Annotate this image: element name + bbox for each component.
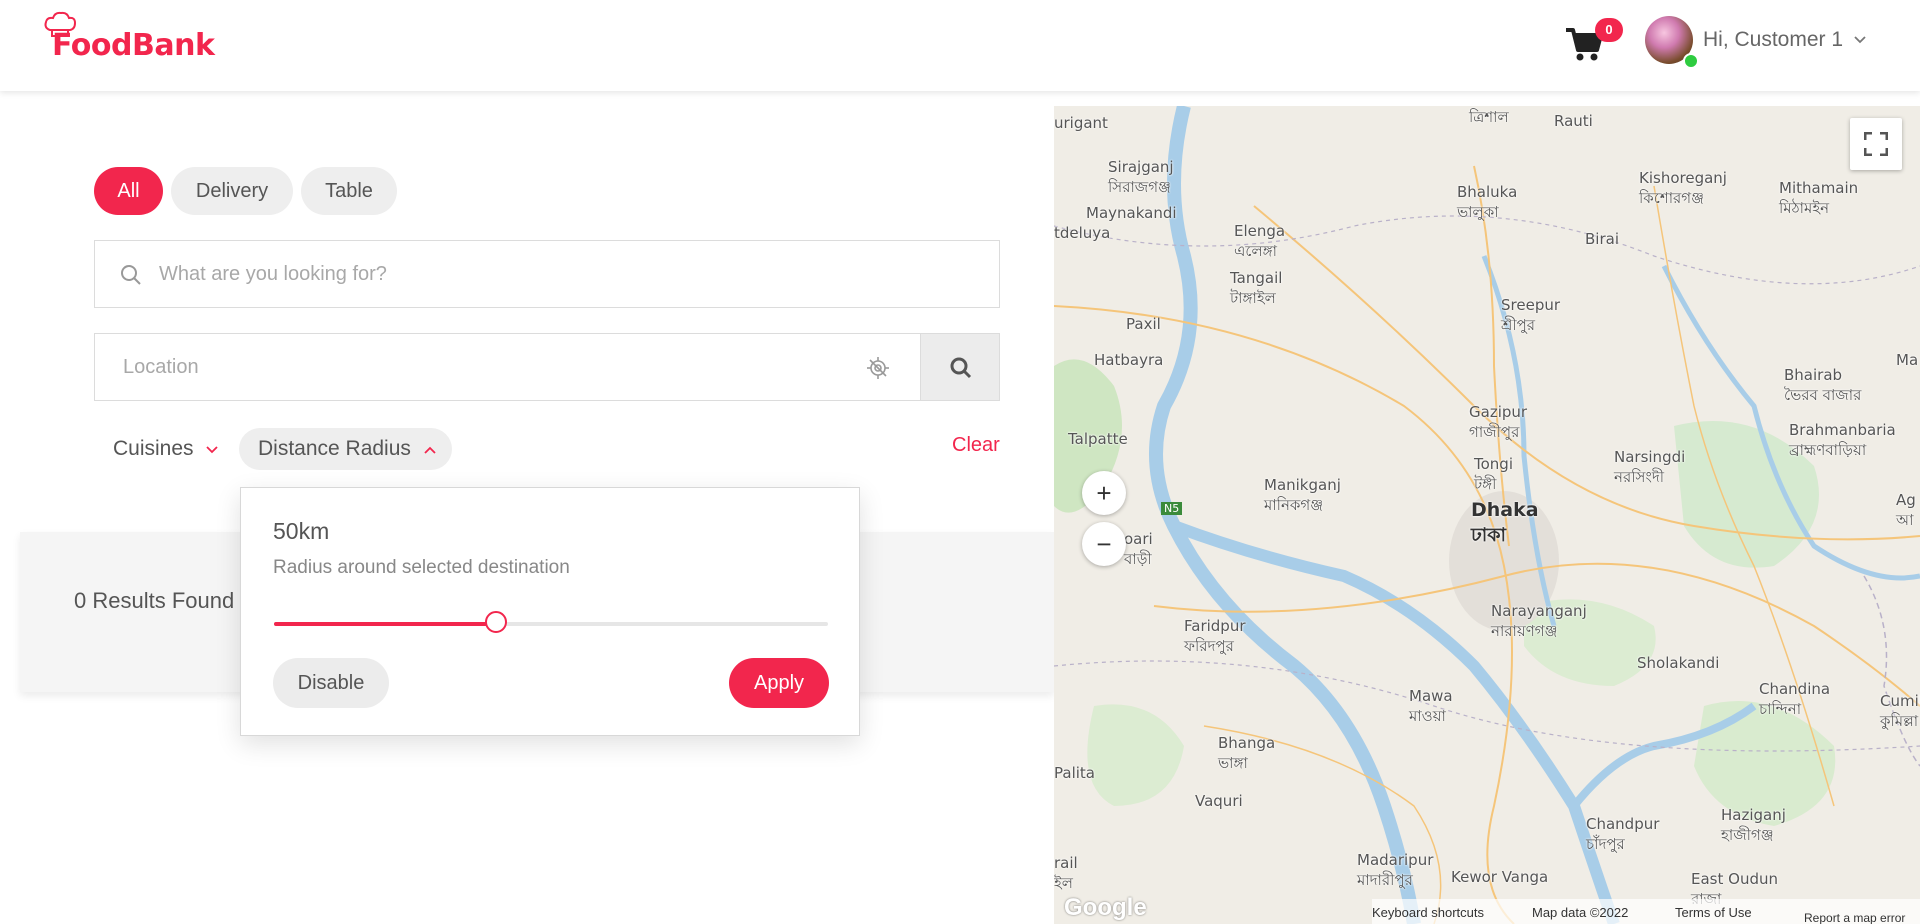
map-label: Sreepur শ্রীপুর: [1501, 296, 1561, 334]
distance-radius-popup: 50km Radius around selected destination …: [240, 487, 860, 736]
map-label-dhaka: Dhaka ঢাকা: [1471, 499, 1539, 546]
map-label: Elenga এলেঙ্গা: [1234, 222, 1286, 260]
map-label: Vaquri: [1195, 792, 1243, 810]
map-label: Tongi টঙ্গী: [1474, 455, 1513, 493]
online-status-dot: [1683, 53, 1699, 69]
filter-panel: [20, 106, 1054, 532]
radius-slider-fill: [274, 622, 496, 626]
map-footer: Keyboard shortcuts Map data ©2022 Terms …: [1372, 899, 1920, 924]
map-label: Cumillaকুমিল্লা: [1880, 692, 1920, 730]
map-label: Birai: [1585, 230, 1619, 248]
fullscreen-button[interactable]: [1850, 118, 1902, 170]
map-label: Narayanganj নারায়ণগঞ্জ: [1491, 602, 1587, 640]
map-label: Mithamain মিঠামইন: [1779, 179, 1859, 217]
map-label: Ma: [1896, 351, 1919, 369]
tab-all[interactable]: All: [94, 167, 163, 215]
distance-radius-label: Distance Radius: [258, 437, 411, 460]
highway-shield: N5: [1161, 502, 1183, 515]
map-label: urigant: [1054, 114, 1108, 132]
map-label: Brahmanbaria ব্রাহ্মণবাড়িয়া: [1789, 421, 1896, 459]
cuisines-dropdown[interactable]: Cuisines: [113, 437, 219, 461]
report-map-error-link[interactable]: Report a map error: [1804, 911, 1905, 924]
map[interactable]: urigant ত্রিশাল Rauti Sirajganj সিরাজগঞ্জ…: [1054, 106, 1920, 924]
map-label: Chandina চান্দিনা: [1759, 680, 1831, 718]
chevron-up-icon: [424, 446, 436, 454]
google-logo: Google: [1064, 894, 1147, 921]
map-label: Maynakandi: [1086, 204, 1177, 222]
location-input[interactable]: Location: [94, 333, 922, 401]
map-label: Bhanga ভাঙ্গা: [1218, 734, 1276, 772]
map-label: Narsingdi নরসিংদী: [1614, 448, 1686, 486]
keyboard-shortcuts-link[interactable]: Keyboard shortcuts: [1372, 905, 1484, 920]
results-count: 0 Results Found: [74, 588, 235, 613]
tab-delivery[interactable]: Delivery: [171, 167, 293, 215]
map-label: Sholakandi: [1637, 654, 1720, 672]
map-label: rail ইল: [1054, 854, 1078, 892]
disable-button[interactable]: Disable: [273, 658, 389, 708]
map-label: Paxil: [1126, 315, 1161, 333]
header: FoodBank 0 Hi, Customer 1: [0, 0, 1920, 91]
map-label: Talpatte: [1068, 430, 1128, 448]
map-label: Gazipur গাজীপুর: [1469, 403, 1528, 441]
map-label: Haziganj হাজীগঞ্জ: [1721, 806, 1786, 844]
apply-button[interactable]: Apply: [729, 658, 829, 708]
map-label: Bhaluka ভালুকা: [1457, 183, 1518, 221]
gps-off-icon[interactable]: [867, 357, 889, 379]
cuisines-label: Cuisines: [113, 437, 194, 460]
map-label: Madaripur মাদারীপুর: [1357, 851, 1434, 889]
fullscreen-icon: [1864, 132, 1888, 156]
cart-count-badge: 0: [1595, 18, 1623, 42]
distance-radius-dropdown[interactable]: Distance Radius: [239, 428, 452, 470]
map-label: Chandpur চাঁদপুর: [1586, 815, 1660, 853]
logo-text: FoodBank: [52, 28, 215, 63]
map-label: oari বাড়ী: [1124, 530, 1153, 568]
map-label: Sirajganj সিরাজগঞ্জ: [1108, 158, 1174, 196]
map-label: Faridpur ফরিদপুর: [1184, 617, 1246, 655]
search-icon: [121, 265, 141, 285]
radius-slider-thumb[interactable]: [484, 611, 507, 633]
clear-filters-link[interactable]: Clear: [952, 434, 1000, 457]
location-search-button[interactable]: [920, 333, 1000, 401]
map-label: Hatbayra: [1094, 351, 1164, 369]
tab-table[interactable]: Table: [301, 167, 397, 215]
radius-value: 50km: [273, 518, 330, 544]
user-greeting[interactable]: Hi, Customer 1: [1703, 28, 1843, 52]
map-label: Kishoreganj কিশোরগঞ্জ: [1639, 169, 1727, 207]
search-input[interactable]: What are you looking for?: [94, 240, 1000, 308]
radius-description: Radius around selected destination: [273, 557, 570, 578]
foodbank-logo[interactable]: FoodBank: [42, 10, 215, 70]
map-label: Kewor Vanga: [1451, 868, 1549, 886]
search-placeholder: What are you looking for?: [159, 263, 387, 285]
map-label: Rauti: [1554, 112, 1593, 130]
search-icon: [950, 357, 972, 379]
map-label: Bhairab ভৈরব বাজার: [1784, 366, 1862, 404]
map-label: Palita: [1054, 764, 1095, 782]
chevron-down-icon[interactable]: [1853, 33, 1867, 47]
zoom-out-button[interactable]: −: [1082, 522, 1126, 566]
map-data-label: Map data ©2022: [1532, 905, 1629, 920]
map-label: Manikganj মানিকগঞ্জ: [1264, 476, 1341, 514]
map-label: Tangail টাঙ্গাইল: [1230, 269, 1283, 307]
radius-slider[interactable]: [274, 611, 828, 633]
chevron-down-icon: [206, 446, 219, 454]
map-label: tdeluya: [1054, 224, 1111, 242]
map-label: Mawa মাওয়া: [1409, 687, 1453, 725]
map-label: ত্রিশাল: [1469, 108, 1509, 126]
terms-link[interactable]: Terms of Use: [1675, 905, 1752, 920]
location-placeholder: Location: [123, 356, 199, 378]
zoom-in-button[interactable]: +: [1082, 471, 1126, 515]
map-label: Ag আ: [1896, 491, 1916, 529]
